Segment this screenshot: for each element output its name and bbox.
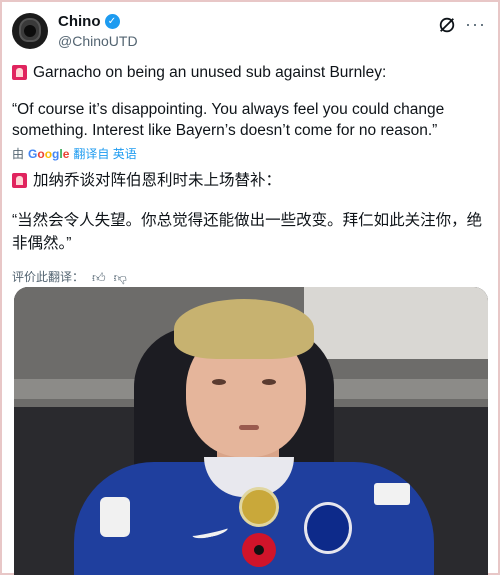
siren-icon: [12, 65, 27, 80]
more-options-icon[interactable]: ···: [465, 14, 486, 35]
author-name[interactable]: Chino: [58, 13, 101, 30]
siren-icon: [12, 173, 27, 188]
google-letter: G: [28, 147, 38, 161]
google-letter: o: [44, 147, 53, 161]
author-name-row: Chino ✓: [58, 13, 120, 30]
photo-poppy: [242, 533, 276, 567]
headline-en: Garnacho on being an unused sub against …: [33, 64, 387, 81]
tweet-header: Chino ✓ @ChinoUTD ···: [12, 10, 488, 54]
tweet-photo[interactable]: [14, 287, 488, 575]
tweet-body: Garnacho on being an unused sub against …: [12, 62, 488, 288]
headline-zh: 加纳乔谈对阵伯恩利时未上场替补：: [33, 172, 282, 189]
author-handle[interactable]: @ChinoUTD: [58, 33, 138, 49]
photo-shirt-badge: [239, 487, 279, 527]
photo-club-crest: [304, 502, 352, 554]
translation-source-link[interactable]: 翻译自 英语: [73, 144, 136, 165]
translation-prefix: 由: [12, 147, 25, 161]
google-letter: o: [37, 147, 45, 161]
google-logo: Google: [28, 144, 69, 165]
avatar[interactable]: [12, 13, 48, 49]
verified-badge-icon: ✓: [104, 14, 120, 29]
photo-player-hair: [174, 299, 314, 359]
photo-sleeve-patch: [100, 497, 130, 537]
rate-translation-label: 评价此翻译：: [12, 270, 85, 284]
google-letter: e: [62, 147, 70, 161]
photo-player-eye: [262, 379, 276, 385]
thumbs-up-icon[interactable]: 👍︎: [92, 267, 106, 288]
quote-en: “Of course it’s disappointing. You alway…: [12, 101, 445, 139]
photo-sponsor-mark: [374, 483, 410, 505]
photo-background-panel: [304, 287, 488, 359]
quote-zh: “当然会令人失望。你总觉得还能做出一些改变。拜仁如此关注你，绝非偶然。”: [12, 212, 483, 252]
rate-translation-row: 评价此翻译： 👍︎ 👎︎: [12, 267, 488, 288]
avatar-face: [24, 25, 36, 37]
headline-zh-row: 加纳乔谈对阵伯恩利时未上场替补：: [12, 170, 488, 191]
thumbs-down-icon[interactable]: 👎︎: [114, 267, 127, 288]
headline-en-row: Garnacho on being an unused sub against …: [12, 62, 488, 83]
translated-by-google: 由 Google 翻译自 英语: [12, 144, 488, 165]
grok-icon[interactable]: [438, 16, 456, 34]
photo-player-eye: [212, 379, 226, 385]
photo-player-mouth: [239, 425, 259, 430]
